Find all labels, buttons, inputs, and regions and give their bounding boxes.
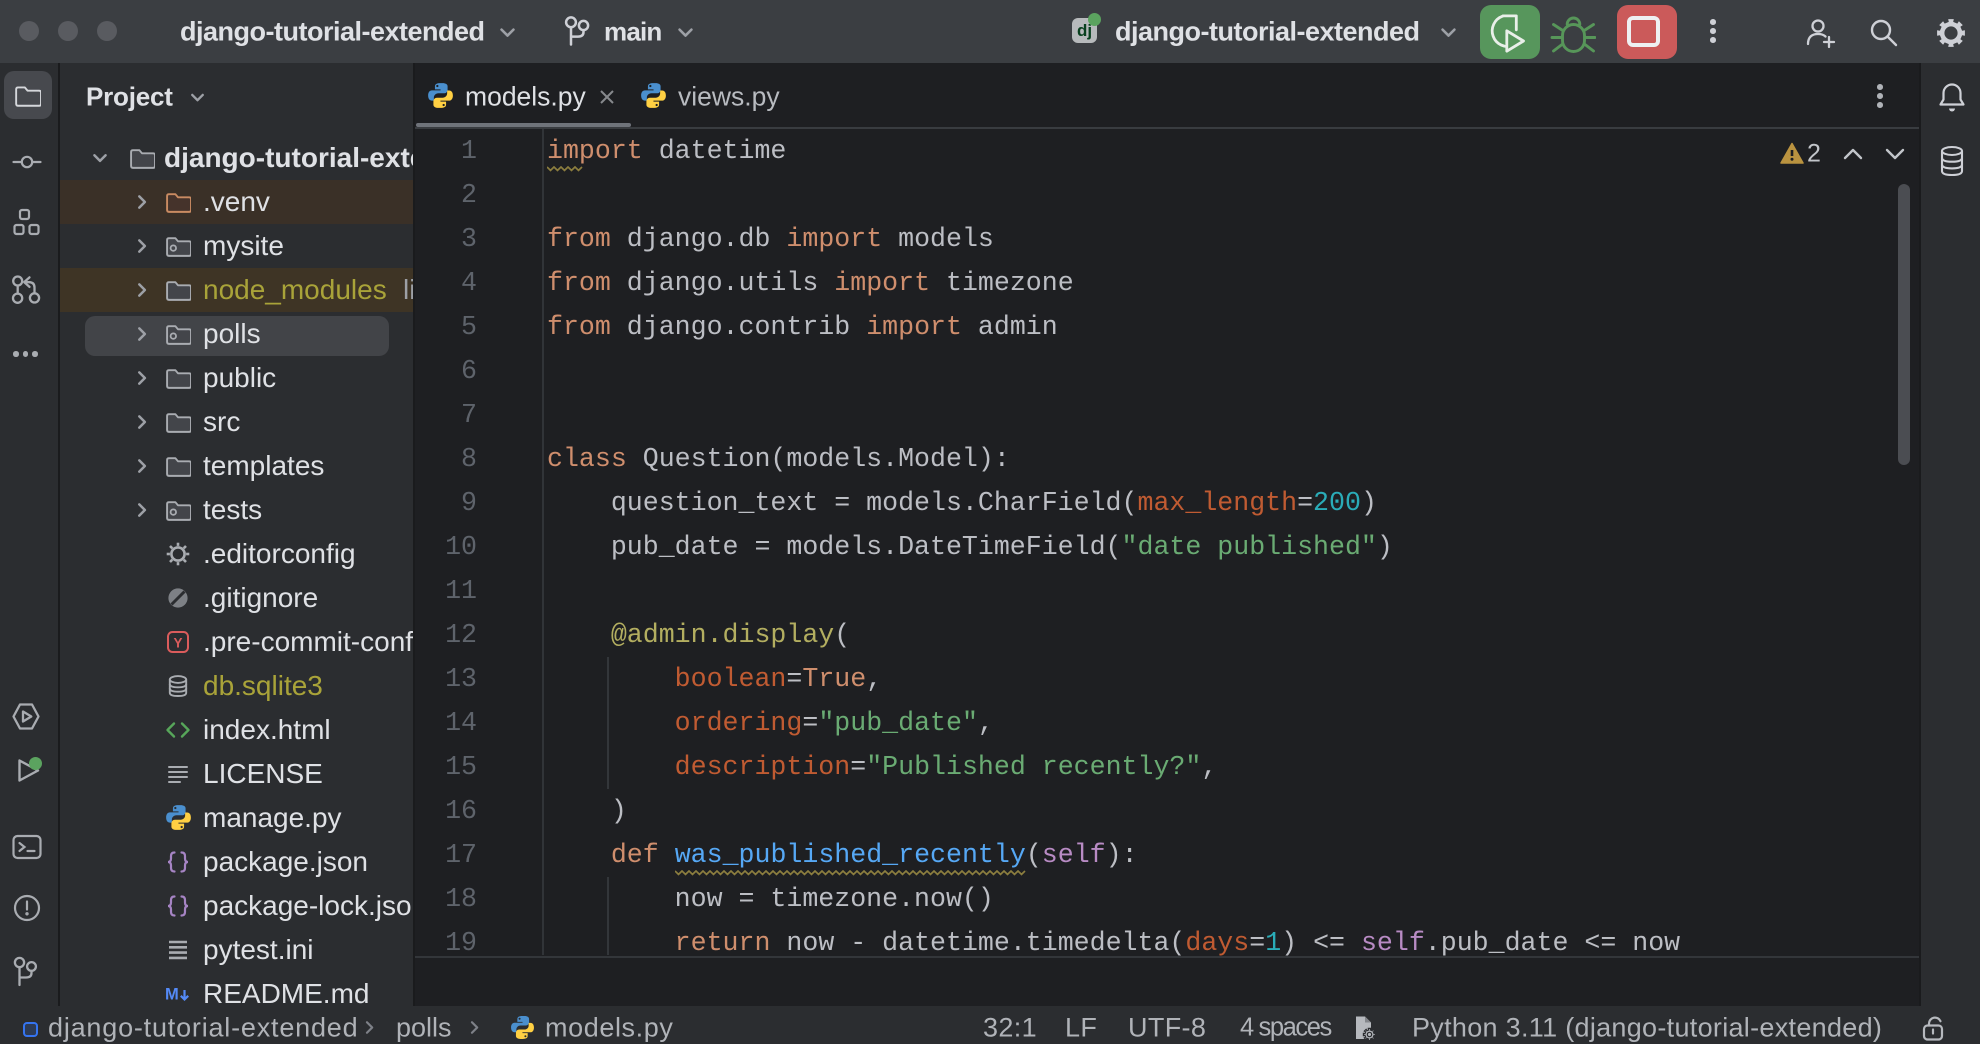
svg-text:Y: Y bbox=[173, 635, 182, 650]
svg-text:M: M bbox=[165, 986, 179, 1004]
